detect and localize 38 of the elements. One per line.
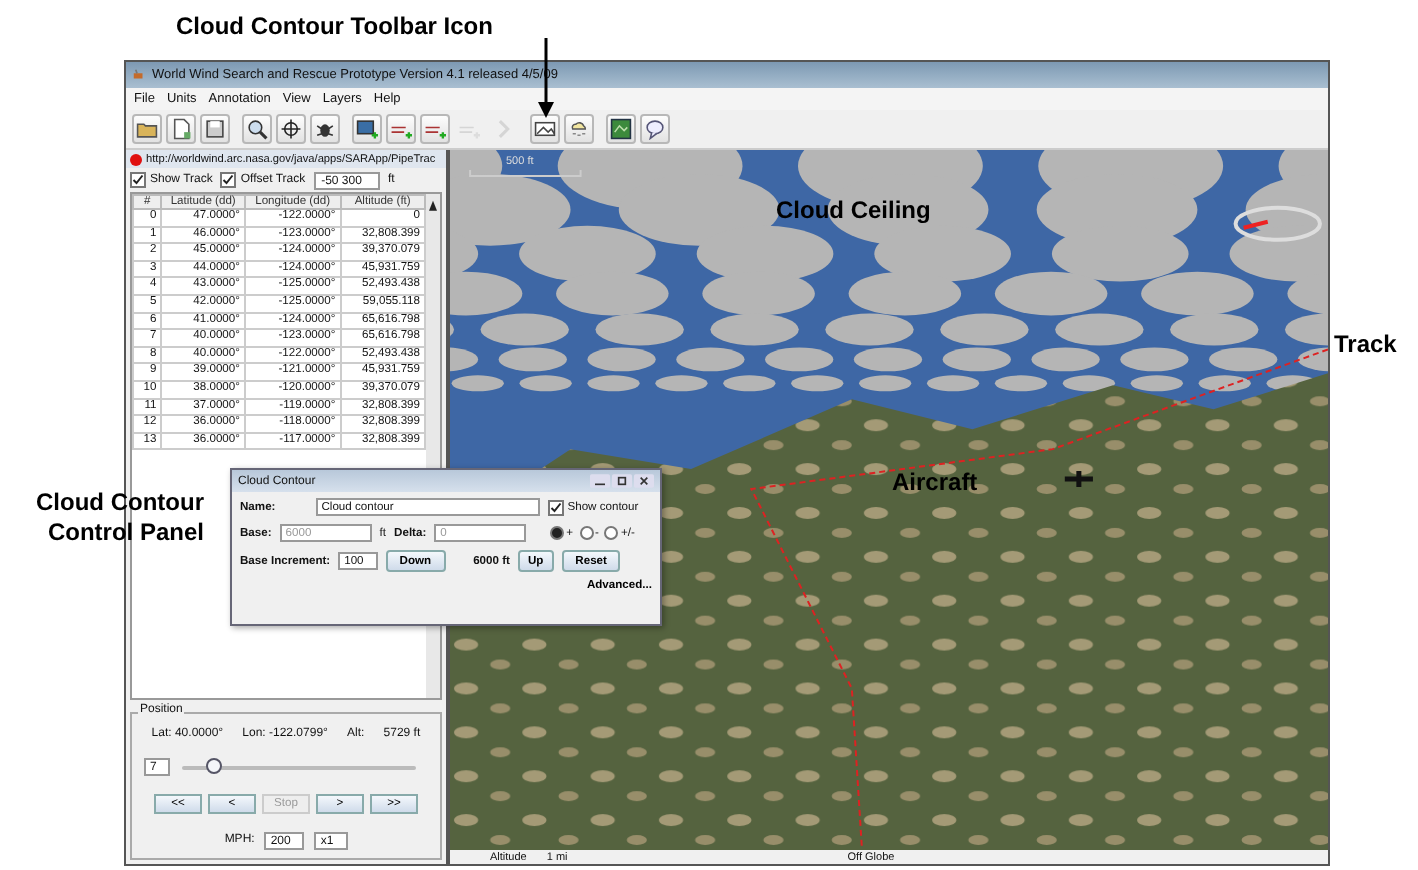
toolbar-button[interactable] [310, 114, 340, 144]
toolbar-button[interactable] [166, 114, 196, 144]
minimize-icon[interactable] [590, 474, 610, 488]
speech-bubble-icon [644, 118, 666, 140]
toolbar-button[interactable] [420, 114, 450, 144]
slider-thumb[interactable] [205, 757, 221, 774]
maximize-icon[interactable] [612, 474, 632, 488]
document-icon [170, 118, 192, 140]
picture-icon [534, 118, 556, 140]
aircraft-icon [1062, 468, 1096, 490]
monitor-plus-icon [356, 118, 378, 140]
toolbar-button[interactable] [132, 114, 162, 144]
checkmark-icon [132, 174, 144, 186]
map-icon [610, 118, 632, 140]
scale-bar-drawing [469, 168, 582, 177]
crosshair-icon [280, 118, 302, 140]
cloud-icon [568, 118, 590, 140]
callout-label: Cloud Contour Toolbar Icon [176, 12, 493, 40]
cup-icon [132, 68, 146, 82]
callout-label: Aircraft [892, 468, 978, 496]
toolbar-button[interactable] [352, 114, 382, 144]
folder-icon [136, 118, 158, 140]
search-icon [246, 118, 268, 140]
toolbar-button[interactable] [200, 114, 230, 144]
bug-icon [314, 118, 336, 140]
close-icon[interactable] [634, 474, 654, 488]
toolbar-button[interactable] [640, 114, 670, 144]
toolbar-button[interactable] [530, 114, 560, 144]
compass-icon [1233, 205, 1322, 242]
toolbar-button[interactable] [242, 114, 272, 144]
checkmark-icon [222, 174, 235, 186]
callout-label: Track [1334, 330, 1397, 358]
toolbar-button[interactable] [386, 114, 416, 144]
record-dot-icon [130, 153, 142, 165]
save-icon [204, 118, 226, 140]
checkmark-icon [549, 501, 562, 513]
toolbar-button[interactable] [276, 114, 306, 144]
toolbar-button[interactable] [606, 114, 636, 144]
